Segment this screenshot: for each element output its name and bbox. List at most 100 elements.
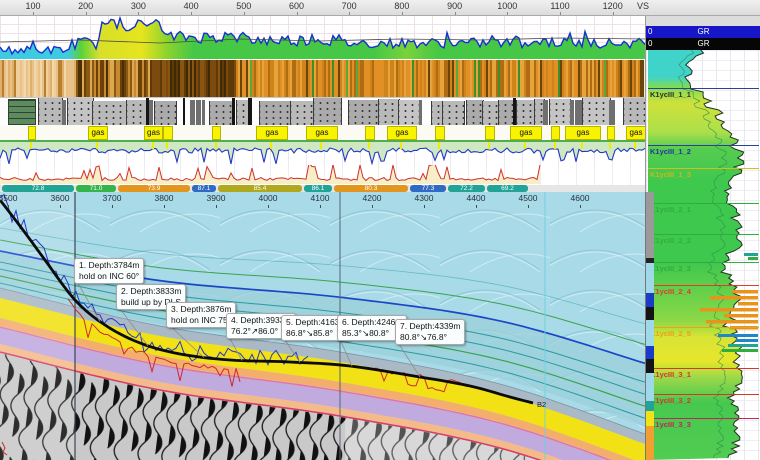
formation-marker-label: K1ycIII_1_1	[650, 90, 691, 99]
gas-flag	[607, 126, 615, 140]
coal-green-block	[8, 99, 36, 126]
formation-marker-label: K1ycIII_2_2	[650, 236, 691, 245]
gas-tick	[270, 142, 272, 149]
annotation-detail-text: 85.3°↘80.8°	[342, 328, 402, 339]
gas-tick	[438, 142, 440, 149]
gas-flag	[485, 126, 495, 140]
quality-segment: 85.4	[218, 185, 302, 192]
sandstone-block	[38, 98, 63, 125]
log-track-panel[interactable]: gasgasgasgasgasgasgasgas 72.871.073.987.…	[0, 15, 645, 192]
gr-scale-min: 0	[648, 26, 652, 38]
annotation-detail-text: hold on INC 75°	[171, 315, 231, 326]
trajectory-annotation[interactable]: 1. Depth:3784mhold on INC 60°	[74, 258, 144, 284]
silt-bar	[196, 100, 202, 125]
quality-segment: 80.3	[334, 185, 408, 192]
sandstone-block	[482, 101, 499, 125]
column-segment	[646, 373, 654, 401]
gas-tick	[215, 142, 217, 149]
gas-flag	[365, 126, 375, 140]
gas-flag	[551, 126, 560, 140]
gas-flag: gas	[387, 126, 417, 140]
formation-marker-line	[648, 285, 759, 286]
silt-bar	[419, 100, 422, 125]
gr-track-header-secondary[interactable]: 0 GR	[646, 38, 760, 50]
ruler-tick-label: 100	[25, 1, 40, 11]
annotation-depth-text: 7. Depth:4339m	[400, 321, 460, 332]
column-segment	[646, 346, 654, 359]
ruler-tick-mark	[455, 12, 456, 15]
gas-flag	[435, 126, 445, 140]
spectral-color-strip-track[interactable]	[0, 60, 645, 97]
sandstone-block	[290, 101, 315, 125]
sandstone-block	[67, 98, 94, 125]
sandstone-block	[549, 99, 571, 125]
silt-bar	[575, 100, 582, 125]
gr-curve-track[interactable]	[0, 15, 645, 60]
gr-curve-canvas	[0, 15, 645, 60]
sandstone-block	[398, 100, 420, 125]
quality-segment: 86.1	[304, 185, 332, 192]
gas-show-track[interactable]: gasgasgasgasgasgasgasgas	[0, 125, 645, 140]
gas-tick	[554, 142, 556, 149]
ruler-tick-mark	[613, 12, 614, 15]
annotation-depth-text: 1. Depth:3784m	[79, 260, 139, 271]
formation-marker-line	[648, 262, 759, 263]
formation-marker-line	[648, 368, 759, 369]
gas-flag	[212, 126, 221, 140]
type-log-panel[interactable]: 0 GR 0 GR K1ycIII_1_1K1ycIII_1_2K1ycIII_…	[645, 15, 760, 460]
formation-marker-line	[648, 145, 759, 146]
column-segment	[646, 426, 654, 460]
ruler-tick-mark	[297, 12, 298, 15]
total-gas-curve-canvas	[0, 165, 645, 185]
column-segment	[646, 411, 654, 426]
resistivity-curve-track[interactable]	[0, 140, 645, 168]
formation-marker-label: K1ycIII_2_4	[650, 287, 691, 296]
type-log-header-gap	[646, 15, 760, 26]
annotation-depth-text: 6. Depth:4246m	[342, 317, 402, 328]
sandstone-block	[92, 101, 127, 125]
gas-tick	[166, 142, 168, 149]
sandstone-block	[442, 101, 464, 125]
gr-scale-min: 0	[648, 38, 652, 50]
ruler-unit-label: VS	[637, 1, 649, 11]
shale-bar	[183, 98, 185, 126]
total-gas-curve-track[interactable]	[0, 165, 645, 185]
ruler-tick-label: 300	[131, 1, 146, 11]
formation-marker-line	[648, 88, 759, 89]
column-segment	[646, 192, 654, 258]
trajectory-annotation[interactable]: 7. Depth:4339m80.8°↘76.8°	[395, 319, 465, 345]
column-segment	[646, 359, 654, 373]
sandstone-block	[154, 101, 177, 125]
formation-marker-line	[648, 418, 759, 419]
ruler-tick-label: 400	[184, 1, 199, 11]
lithology-track[interactable]	[0, 97, 645, 126]
geosteering-app-window: VS 1002003004005006007008009001000110012…	[0, 0, 760, 460]
column-segment	[646, 401, 654, 411]
sandstone-block	[623, 98, 645, 125]
formation-marker-label: K1ycIII_2_1	[650, 205, 691, 214]
shale-bar	[248, 98, 252, 126]
formation-marker-line	[648, 203, 759, 204]
gas-tick	[96, 142, 98, 149]
quality-segment: 72.8	[2, 185, 74, 192]
gas-tick	[30, 142, 32, 149]
quality-segment: 72.2	[448, 185, 485, 192]
ruler-tick-mark	[86, 12, 87, 15]
gas-tick	[634, 142, 636, 149]
gas-tick	[400, 142, 402, 149]
gr-curve-name: GR	[698, 38, 710, 50]
gr-track-header-primary[interactable]: 0 GR	[646, 26, 760, 38]
sandstone-block	[466, 100, 484, 125]
sandstone-block	[348, 100, 379, 125]
interval-quality-bar: 72.871.073.987.185.486.180.377.372.269.2	[0, 185, 645, 192]
formation-marker-label: K1ycIII_3_3	[650, 420, 691, 429]
ruler-tick-mark	[402, 12, 403, 15]
ruler-tick-mark	[560, 12, 561, 15]
silt-bar	[190, 100, 196, 125]
ruler-tick-label: 1100	[550, 1, 569, 11]
ruler-tick-mark	[507, 12, 508, 15]
gas-flag: gas	[626, 126, 645, 140]
sandstone-block	[378, 99, 400, 125]
gas-tick	[368, 142, 370, 149]
gas-flag: gas	[510, 126, 542, 140]
